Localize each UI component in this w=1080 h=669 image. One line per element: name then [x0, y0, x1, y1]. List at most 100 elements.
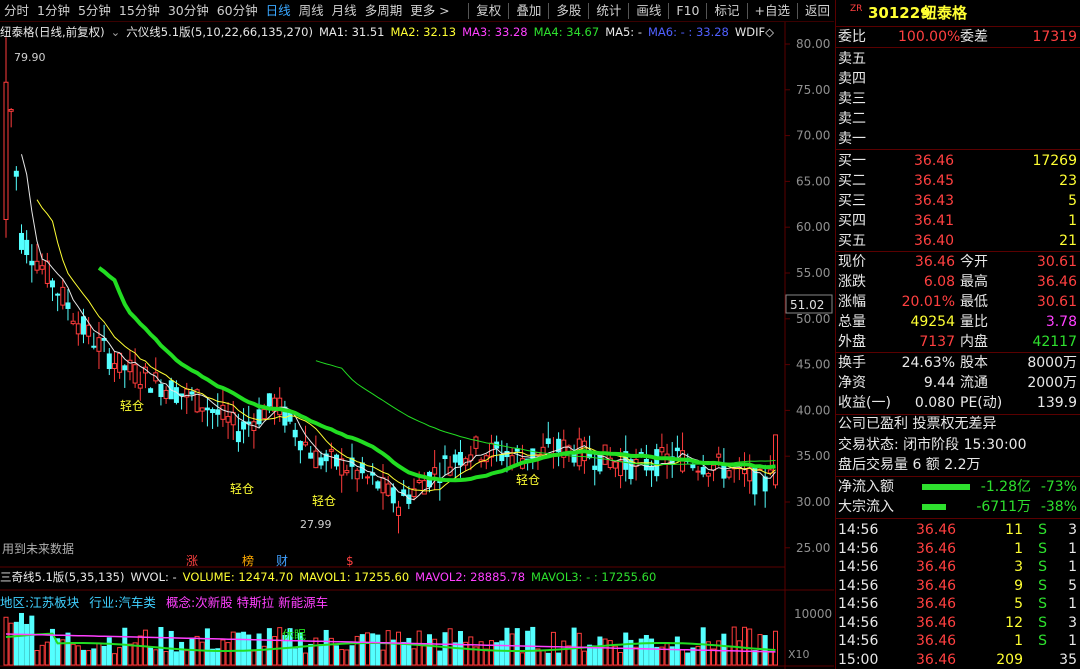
tab-period-9[interactable]: 多周期: [361, 0, 407, 21]
buy-price: 36.46: [914, 153, 955, 169]
quote-value: 30.61: [1036, 254, 1077, 270]
volume-bar: [773, 630, 779, 666]
tick-count: 3: [1068, 522, 1077, 538]
candle-body: [540, 446, 546, 456]
volume-bar: [767, 651, 773, 666]
stock-prefix: ZR: [850, 4, 863, 14]
candle-body: [173, 387, 179, 403]
candle-body: [695, 470, 701, 473]
volume-bar: [581, 650, 587, 666]
buy-level-5: 买五 36.40 21: [836, 231, 1080, 251]
volume-bar: [318, 644, 324, 666]
ma1-value: MA1: 31.51: [318, 25, 385, 39]
volume-bar: [726, 645, 732, 666]
chart-title[interactable]: 纽泰格(日线,前复权): [0, 24, 105, 40]
volume-bar: [127, 643, 133, 666]
industry-tag[interactable]: 行业:汽车类: [89, 592, 156, 611]
candle-body: [210, 409, 216, 413]
tab-period-10[interactable]: 更多 >: [406, 0, 453, 21]
tab-period-2[interactable]: 5分钟: [74, 0, 115, 21]
tab-period-4[interactable]: 30分钟: [164, 0, 213, 21]
volume-bar: [106, 637, 112, 666]
quote-label: 现价: [838, 254, 866, 270]
quote-value: 36.46: [1036, 274, 1077, 290]
volume-bar: [153, 649, 159, 666]
finance-label: 流通: [960, 375, 988, 391]
candle-body: [137, 384, 143, 389]
volume-bar: [700, 627, 706, 666]
volume-bar: [13, 621, 19, 666]
volume-bar: [375, 634, 381, 666]
candle-body: [592, 465, 598, 470]
tick-row: 15:00 36.46 209 35: [836, 650, 1080, 669]
quote-row-2: 涨幅 20.01% 最低 30.61: [836, 292, 1080, 312]
indicator-name[interactable]: 六仪线5.1版(5,10,22,66,135,270): [126, 24, 313, 40]
volume-bar: [643, 634, 649, 666]
tool-button-4[interactable]: 画线: [632, 0, 665, 21]
tab-period-3[interactable]: 15分钟: [115, 0, 164, 21]
price-axis-label: 40.00: [796, 403, 830, 417]
tool-button-7[interactable]: +自选: [751, 0, 794, 21]
candle-body: [44, 260, 50, 284]
candle-body: [747, 467, 753, 482]
tab-period-6[interactable]: 日线: [262, 0, 295, 21]
buy-label: 买二: [838, 173, 866, 189]
tab-period-8[interactable]: 月线: [328, 0, 361, 21]
tool-button-5[interactable]: F10: [672, 0, 703, 21]
buy-volume: 23: [1059, 173, 1077, 189]
candle-body: [215, 409, 221, 415]
tick-price: 36.46: [916, 633, 957, 649]
tab-period-5[interactable]: 60分钟: [213, 0, 262, 21]
volume-bar: [292, 648, 298, 666]
volume-bar: [421, 645, 427, 666]
candle-body: [70, 320, 76, 325]
region-tag[interactable]: 地区:江苏板块: [0, 592, 79, 611]
volume-bar: [241, 631, 247, 666]
tool-button-1[interactable]: 叠加: [512, 0, 545, 21]
flow-label: 净流入额: [838, 479, 894, 495]
tool-button-3[interactable]: 统计: [592, 0, 625, 21]
candle-body: [674, 447, 680, 452]
volume-bar: [432, 638, 438, 666]
volume-bar: [370, 633, 376, 666]
tool-button-0[interactable]: 复权: [472, 0, 505, 21]
volume-indicator-name[interactable]: 三奇线5.1版(5,35,135): [0, 569, 124, 585]
company-profit-note: 公司已盈利 投票权无差异: [838, 416, 997, 432]
candle-body: [80, 316, 86, 335]
flow-bar: [922, 504, 946, 510]
tick-volume: 9: [1014, 577, 1023, 594]
chevron-down-icon[interactable]: ⌄: [111, 25, 121, 39]
buy-price: 36.45: [914, 173, 955, 189]
tick-side: S: [1038, 596, 1047, 612]
volume-bar: [442, 632, 448, 666]
price-axis-label: 50.00: [796, 312, 830, 326]
price-axis-label: 35.00: [796, 449, 830, 463]
candle-body: [277, 397, 283, 416]
tick-time: 14:56: [838, 522, 879, 538]
tab-period-7[interactable]: 周线: [295, 0, 328, 21]
buy-price: 36.40: [914, 233, 955, 249]
quote-label: 涨跌: [838, 274, 866, 290]
tab-period-1[interactable]: 1分钟: [33, 0, 74, 21]
candle-body: [375, 481, 381, 489]
tab-period-0[interactable]: 分时: [0, 0, 33, 21]
mavol1-value: MAVOL1: 17255.60: [299, 570, 410, 584]
volume-bar: [597, 636, 603, 666]
tool-button-2[interactable]: 多股: [552, 0, 585, 21]
finance-row-2: 收益(一) 0.080 PE(动) 139.9: [836, 393, 1080, 413]
quote-label: 内盘: [960, 334, 988, 350]
volume-bar: [437, 650, 443, 666]
tool-button-6[interactable]: 标记: [710, 0, 743, 21]
tick-volume: 3: [1014, 559, 1023, 575]
price-axis-label: 45.00: [796, 358, 830, 372]
volume-bar: [721, 633, 727, 666]
concept-tag[interactable]: 概念:次新股 特斯拉 新能源车: [166, 592, 328, 611]
candle-body: [618, 460, 624, 477]
volume-bar: [75, 645, 81, 666]
tool-button-8[interactable]: 返回: [801, 0, 834, 21]
candle-body: [148, 388, 154, 393]
candle-body: [705, 473, 711, 477]
volume-bar: [380, 649, 386, 666]
price-axis-label: 25.00: [796, 541, 830, 555]
quote-row-4: 外盘 7137 内盘 42117: [836, 332, 1080, 352]
